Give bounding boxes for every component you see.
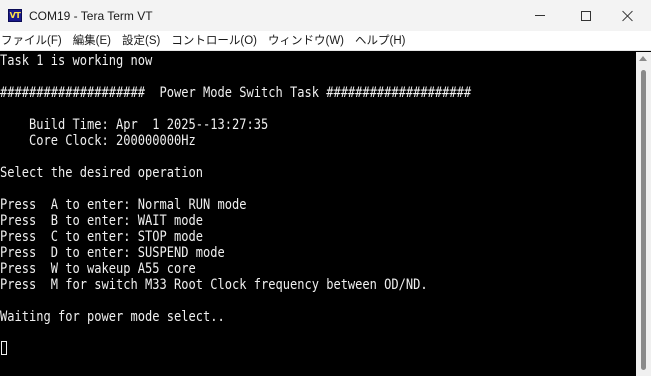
maximize-icon bbox=[581, 10, 591, 21]
menu-bar: ファイル(F) 編集(E) 設定(S) コントロール(O) ウィンドウ(W) ヘ… bbox=[0, 31, 651, 51]
menu-file[interactable]: ファイル(F) bbox=[1, 32, 62, 50]
menu-setup[interactable]: 設定(S) bbox=[122, 32, 160, 50]
tera-term-app-icon[interactable]: VT bbox=[8, 9, 22, 22]
minimize-icon bbox=[535, 15, 545, 16]
scroll-up-arrow-icon[interactable] bbox=[639, 56, 647, 61]
minimize-button[interactable] bbox=[517, 0, 563, 31]
scrollbar-thumb[interactable] bbox=[641, 70, 646, 370]
terminal-cursor bbox=[1, 341, 7, 355]
menu-edit[interactable]: 編集(E) bbox=[73, 32, 111, 50]
close-icon bbox=[622, 10, 634, 22]
terminal-line: Build Time: Apr 1 2025--13:27:35 bbox=[0, 117, 269, 133]
terminal-line: Select the desired operation bbox=[0, 165, 203, 181]
tera-term-window: VT COM19 - Tera Term VT ファイル(F) 編集(E) 設定… bbox=[0, 0, 651, 376]
terminal-line: Press D to enter: SUSPEND mode bbox=[0, 245, 225, 261]
terminal-line: Press C to enter: STOP mode bbox=[0, 229, 203, 245]
maximize-button[interactable] bbox=[563, 0, 609, 31]
window-title: COM19 - Tera Term VT bbox=[29, 9, 153, 23]
close-button[interactable] bbox=[605, 0, 651, 31]
terminal-line: Press A to enter: Normal RUN mode bbox=[0, 197, 247, 213]
terminal-line: Waiting for power mode select.. bbox=[0, 309, 225, 325]
title-bar[interactable]: VT COM19 - Tera Term VT bbox=[0, 0, 651, 31]
terminal-line: Press B to enter: WAIT mode bbox=[0, 213, 203, 229]
menu-window[interactable]: ウィンドウ(W) bbox=[268, 32, 344, 50]
menu-control[interactable]: コントロール(O) bbox=[171, 32, 257, 50]
vertical-scrollbar[interactable] bbox=[636, 52, 651, 376]
terminal-line: #################### Power Mode Switch T… bbox=[0, 85, 472, 101]
terminal-line: Task 1 is working now bbox=[0, 53, 153, 69]
menu-help[interactable]: ヘルプ(H) bbox=[355, 32, 405, 50]
terminal-screen[interactable]: Task 1 is working now ##################… bbox=[0, 52, 636, 376]
terminal-line: Press M for switch M33 Root Clock freque… bbox=[0, 277, 428, 293]
terminal-line: Core Clock: 200000000Hz bbox=[0, 133, 196, 149]
terminal-line: Press W to wakeup A55 core bbox=[0, 261, 196, 277]
